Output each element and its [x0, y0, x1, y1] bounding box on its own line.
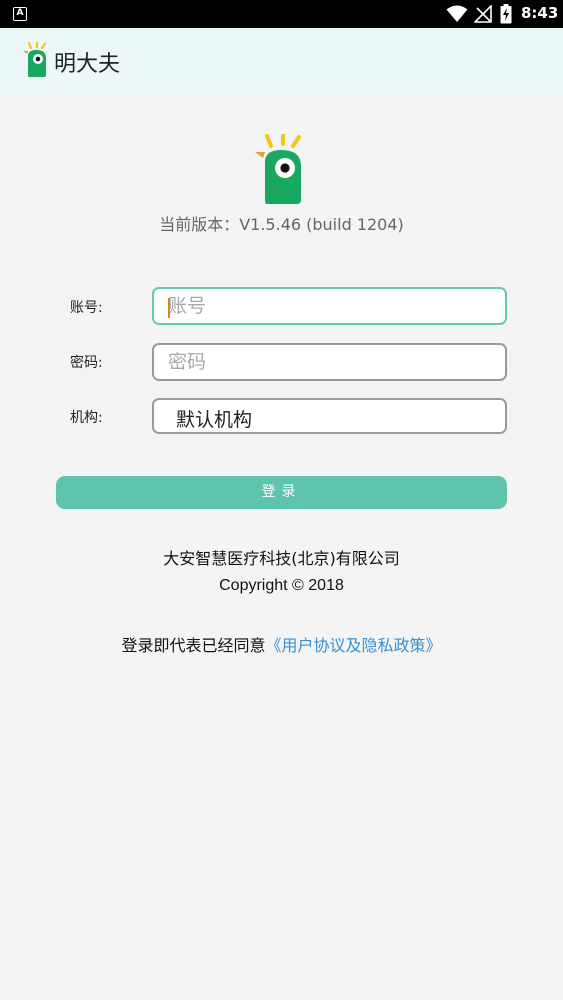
- status-time: 8:43: [521, 4, 559, 22]
- bird-logo-icon: [255, 134, 301, 204]
- wifi-icon: [446, 5, 468, 22]
- signal-off-icon: [474, 5, 492, 23]
- copyright-text: Copyright © 2018: [219, 577, 344, 594]
- password-input[interactable]: [154, 345, 505, 379]
- login-button[interactable]: 登录: [56, 476, 507, 509]
- bird-logo-icon: [23, 42, 47, 77]
- password-label: 密码:: [70, 355, 103, 371]
- app-bar: 明大夫: [0, 28, 563, 94]
- text-caret: [168, 298, 170, 318]
- org-select[interactable]: 默认机构: [152, 398, 507, 434]
- battery-charging-icon: [500, 4, 512, 24]
- version-text: 当前版本：V1.5.46 (build 1204): [159, 215, 404, 234]
- agreement-link[interactable]: 《用户协议及隐私政策》: [266, 636, 442, 655]
- company-name: 大安智慧医疗科技(北京)有限公司: [163, 549, 400, 568]
- agreement-text: 登录即代表已经同意《用户协议及隐私政策》: [0, 632, 563, 656]
- status-bar: A 8:43: [0, 0, 563, 28]
- app-title: 明大夫: [54, 52, 121, 77]
- account-field[interactable]: [152, 287, 507, 325]
- account-label: 账号:: [70, 300, 103, 316]
- account-input[interactable]: [154, 289, 505, 323]
- org-select-value: 默认机构: [176, 409, 253, 431]
- agreement-prefix: 登录即代表已经同意: [121, 636, 266, 655]
- notification-app-icon: A: [13, 7, 27, 21]
- org-label: 机构:: [70, 410, 103, 426]
- password-field[interactable]: [152, 343, 507, 381]
